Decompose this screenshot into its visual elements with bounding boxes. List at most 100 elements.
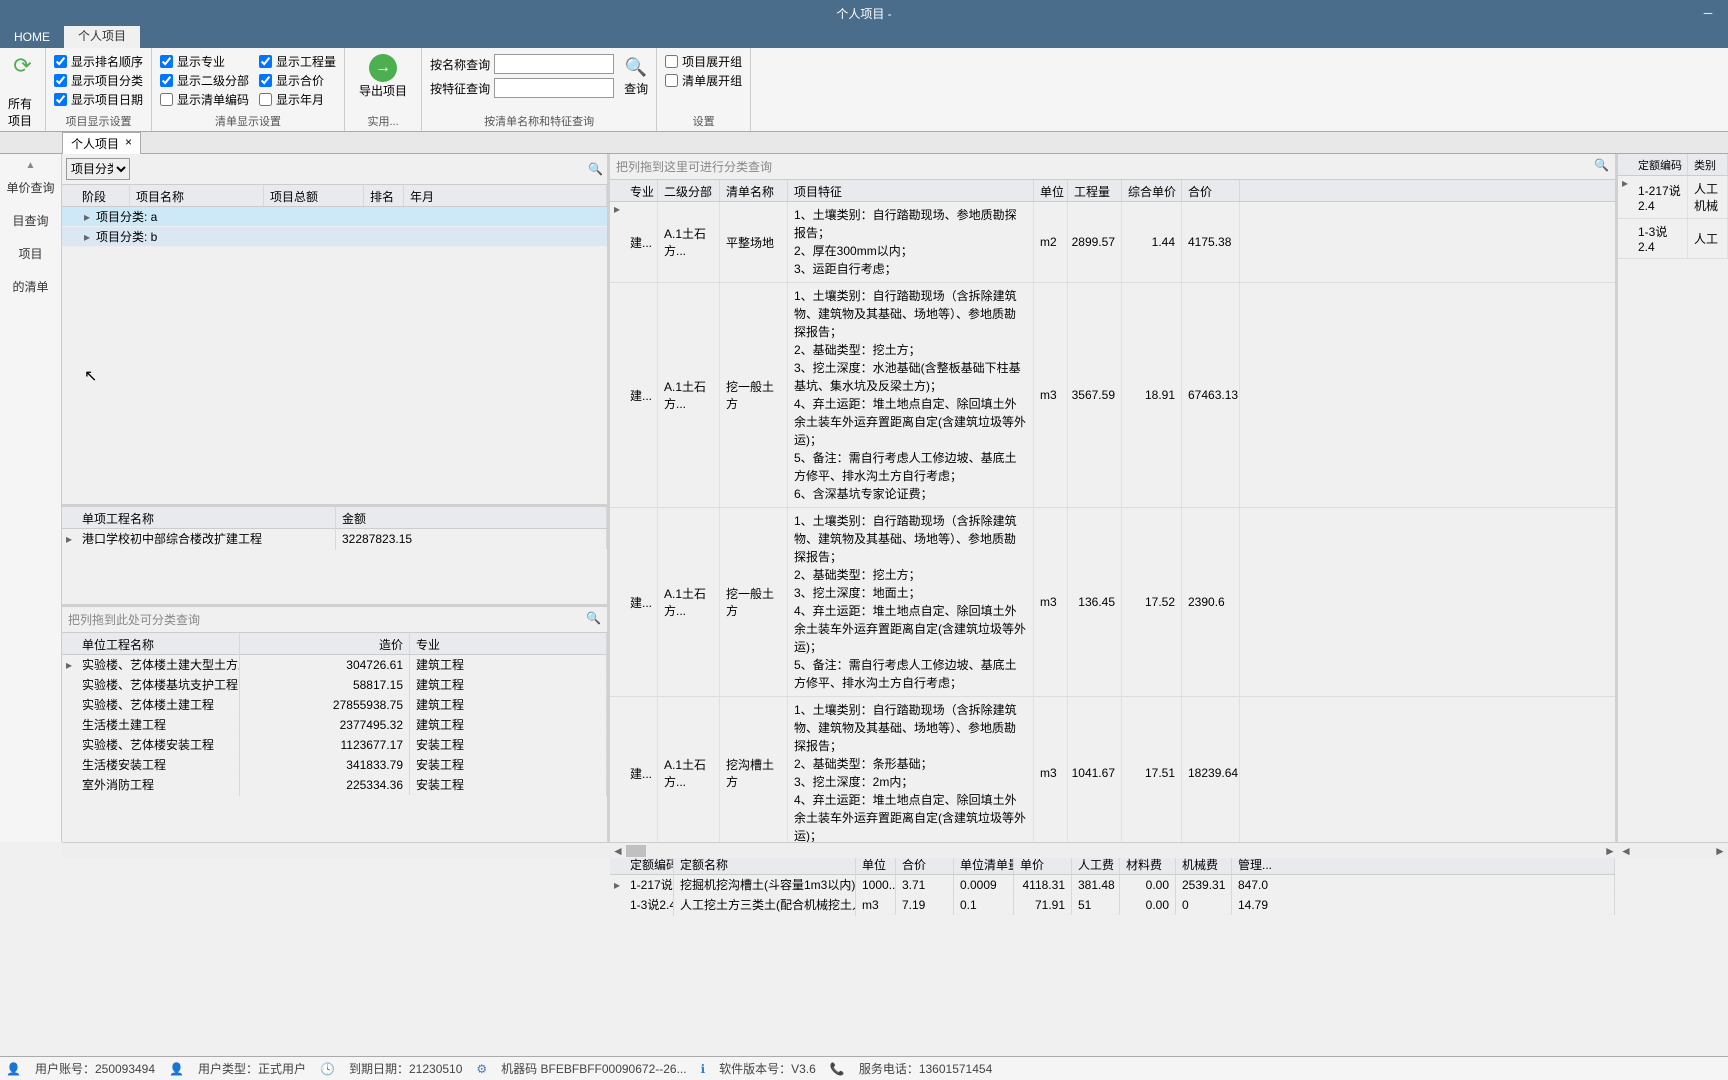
title-bar: 个人项目 - ─ <box>0 0 1728 26</box>
col-far-type[interactable]: 类别 <box>1688 154 1728 175</box>
export-button[interactable]: → 导出项目 <box>353 52 413 101</box>
chevron-up-icon[interactable]: ▲ <box>26 160 36 171</box>
col-name[interactable]: 项目名称 <box>130 185 264 206</box>
chk-code[interactable]: 显示清单编码 <box>160 91 249 108</box>
project-grid: 阶段 项目名称 项目总额 排名 年月 ▸ 项目分类: a ▸ 项目分类: b ↖ <box>62 185 607 507</box>
clock-icon: 🕓 <box>320 1062 335 1076</box>
nav-item-3[interactable]: 的清单 <box>0 270 61 303</box>
chk-rank-order[interactable]: 显示排名顺序 <box>54 53 143 70</box>
chk-proj-date[interactable]: 显示项目日期 <box>54 91 143 108</box>
tab-home[interactable]: HOME <box>0 26 64 48</box>
status-machine: BFEBFBFF00090672--26... <box>541 1062 687 1076</box>
col-list-qty[interactable]: 工程量 <box>1068 180 1122 201</box>
workspace: ▲ 单价查询 目查询 项目 的清单 项目分类 🔍 阶段 项目名称 项目总额 排名… <box>0 154 1728 842</box>
col-unit-cost[interactable]: 造价 <box>240 633 410 654</box>
refresh-icon[interactable]: ⟳ <box>9 52 37 80</box>
list-group-drop[interactable]: 把列拖到这里可进行分类查询 🔍 <box>610 154 1615 180</box>
col-list-total[interactable]: 合价 <box>1182 180 1240 201</box>
col-ym[interactable]: 年月 <box>404 185 607 206</box>
unit-row[interactable]: 室外消防工程225334.36安装工程 <box>62 775 607 795</box>
phone-icon: 📞 <box>830 1062 845 1076</box>
hscroll-center[interactable] <box>62 842 610 858</box>
minimize-button[interactable]: ─ <box>1688 0 1728 26</box>
col-sub-name[interactable]: 单项工程名称 <box>76 507 336 528</box>
detail-row[interactable]: 1-3说2.4人工挖土方三类土(配合机械挖土人工修...m37.190.171.… <box>610 895 1615 915</box>
search-button[interactable]: 🔍 查询 <box>624 56 648 97</box>
chk-price[interactable]: 显示合价 <box>259 72 336 89</box>
chk-proj-cat[interactable]: 显示项目分类 <box>54 72 143 89</box>
project-group-b[interactable]: ▸ 项目分类: b <box>62 227 607 247</box>
search-icon[interactable]: 🔍 <box>588 162 603 176</box>
chk-expand-list[interactable]: 清单展开组 <box>665 72 742 89</box>
status-expire: 21230510 <box>409 1062 462 1076</box>
hscroll-right[interactable]: ◄► <box>610 842 1618 858</box>
list-row[interactable]: 建...A.1土石方...挖一般土方1、土壤类别：自行踏勘现场（含拆除建筑物、建… <box>610 508 1615 697</box>
refresh-label: 所有项目 <box>8 95 37 129</box>
chk-ym[interactable]: 显示年月 <box>259 91 336 108</box>
main-tabbar: HOME 个人项目 <box>0 26 1728 48</box>
far-row[interactable]: 1-3说2.4人工 <box>1618 219 1728 259</box>
col-list-sub[interactable]: 二级分部 <box>658 180 720 201</box>
unit-row[interactable]: 生活楼安装工程341833.79安装工程 <box>62 755 607 775</box>
col-list-major[interactable]: 专业 <box>624 180 658 201</box>
col-list-feature[interactable]: 项目特征 <box>788 180 1034 201</box>
col-list-unit[interactable]: 单位 <box>1034 180 1068 201</box>
unit-row[interactable]: 实验楼、艺体楼土建工程27855938.75建筑工程 <box>62 695 607 715</box>
list-row[interactable]: 建...A.1土石方...挖沟槽土方1、土壤类别：自行踏勘现场（含拆除建筑物、建… <box>610 697 1615 850</box>
arrow-right-icon: → <box>369 54 397 82</box>
search-icon[interactable]: 🔍 <box>586 611 601 628</box>
category-select[interactable]: 项目分类 <box>66 158 130 180</box>
nav-item-1[interactable]: 目查询 <box>0 204 61 237</box>
list-display-label: 清单显示设置 <box>160 113 336 129</box>
far-row[interactable]: ▸1-217说2.4人工 机械 <box>1618 176 1728 219</box>
unit-row[interactable]: 实验楼、艺体楼安装工程1123677.17安装工程 <box>62 735 607 755</box>
expand-icon[interactable]: ▸ <box>84 210 96 224</box>
search-icon[interactable]: 🔍 <box>1594 158 1609 175</box>
col-stage[interactable]: 阶段 <box>76 185 130 206</box>
subproject-row[interactable]: ▸ 港口学校初中部综合楼改扩建工程 32287823.15 <box>62 529 607 549</box>
col-far-code[interactable]: 定额编码 <box>1632 154 1688 175</box>
close-icon[interactable]: × <box>125 135 132 152</box>
status-user-label: 用户账号： <box>35 1062 95 1076</box>
hscroll-far[interactable]: ◄► <box>1618 842 1728 858</box>
status-ver: V3.6 <box>791 1062 816 1076</box>
tab-personal[interactable]: 个人项目 <box>64 23 140 48</box>
chk-sub[interactable]: 显示二级分部 <box>160 72 249 89</box>
subproject-grid: 单项工程名称 金额 ▸ 港口学校初中部综合楼改扩建工程 32287823.15 <box>62 507 607 607</box>
col-list-name[interactable]: 清单名称 <box>720 180 788 201</box>
col-unit-major[interactable]: 专业 <box>410 633 607 654</box>
search-feature-input[interactable] <box>494 78 614 98</box>
col-sub-amount[interactable]: 金额 <box>336 507 607 528</box>
unit-row[interactable]: 实验楼、艺体楼基坑支护工程58817.15建筑工程 <box>62 675 607 695</box>
expand-icon[interactable]: ▸ <box>84 230 96 244</box>
window-buttons: ─ <box>1688 0 1728 26</box>
search-name-input[interactable] <box>494 54 614 74</box>
detail-grid: 定额编码 定额名称 单位 合价 单位清单量 单价 人工费 材料费 机械费 管理.… <box>610 853 1615 915</box>
doc-tab-personal[interactable]: 个人项目 × <box>62 132 141 154</box>
cursor-icon: ↖ <box>84 366 97 386</box>
list-row[interactable]: 建...A.1土石方...挖一般土方1、土壤类别：自行踏勘现场（含拆除建筑物、建… <box>610 283 1615 508</box>
chk-expand-proj[interactable]: 项目展开组 <box>665 53 742 70</box>
project-group-a[interactable]: ▸ 项目分类: a <box>62 207 607 227</box>
col-list-unitprice[interactable]: 综合单价 <box>1122 180 1182 201</box>
unit-group-drop[interactable]: 把列拖到此处可分类查询 🔍 <box>62 607 607 633</box>
col-unit-name[interactable]: 单位工程名称 <box>76 633 240 654</box>
chk-qty[interactable]: 显示工程量 <box>259 53 336 70</box>
nav-item-0[interactable]: 单价查询 <box>0 171 61 204</box>
search-name-label: 按名称查询 <box>430 56 490 73</box>
chk-major[interactable]: 显示专业 <box>160 53 249 70</box>
ribbon: ⟳ 所有项目 显示排名顺序 显示项目分类 显示项目日期 项目显示设置 显示专业 … <box>0 48 1728 132</box>
app-title: 个人项目 - <box>836 5 891 22</box>
status-type-label: 用户类型： <box>198 1062 258 1076</box>
col-rank[interactable]: 排名 <box>364 185 404 206</box>
gear-icon: ⚙ <box>476 1062 487 1076</box>
detail-row[interactable]: ▸1-217说...挖掘机挖沟槽土(斗容量1m3以内)反铲...1000...3… <box>610 875 1615 895</box>
status-expire-label: 到期日期： <box>349 1062 409 1076</box>
unit-row[interactable]: ▸实验楼、艺体楼土建大型土方工程304726.61建筑工程 <box>62 655 607 675</box>
col-total[interactable]: 项目总额 <box>264 185 364 206</box>
user-icon: 👤 <box>169 1062 184 1076</box>
unit-row[interactable]: 生活楼土建工程2377495.32建筑工程 <box>62 715 607 735</box>
list-row[interactable]: ▸建...A.1土石方...平整场地1、土壤类别：自行踏勘现场、参地质勘探报告；… <box>610 202 1615 283</box>
project-grid-header: 阶段 项目名称 项目总额 排名 年月 <box>62 185 607 207</box>
nav-item-2[interactable]: 项目 <box>0 237 61 270</box>
